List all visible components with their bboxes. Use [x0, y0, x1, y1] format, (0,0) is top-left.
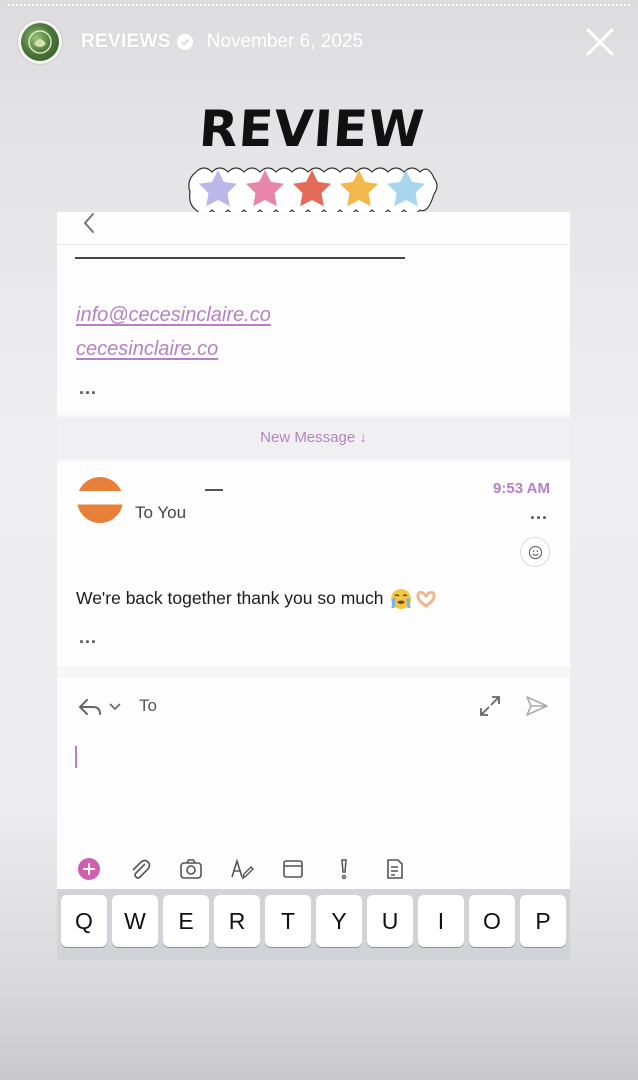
notes-button[interactable]	[383, 854, 434, 884]
smiley-icon	[528, 545, 542, 559]
back-chevron-icon[interactable]	[81, 212, 99, 234]
sticker-title: REVIEW	[197, 100, 427, 158]
key-o[interactable]: O	[469, 895, 515, 947]
reply-composer: To Q W E R T Y U I O P	[57, 678, 570, 960]
message-card: To You 9:53 AM ... We're back together t…	[57, 461, 570, 666]
new-message-indicator[interactable]: New Message ↓	[57, 417, 570, 459]
quoted-text-toggle[interactable]: ...	[79, 627, 97, 648]
crying-face-icon	[390, 589, 411, 610]
message-body: We're back together thank you so much	[76, 588, 438, 610]
react-button[interactable]	[520, 537, 550, 567]
story-date: November 6, 2025	[206, 31, 364, 52]
camera-button[interactable]	[179, 854, 230, 884]
expand-icon[interactable]	[478, 694, 502, 718]
send-icon[interactable]	[524, 694, 550, 718]
attach-button[interactable]	[128, 854, 179, 884]
text-format-icon	[231, 858, 254, 880]
window-icon	[283, 860, 303, 878]
key-w[interactable]: W	[112, 895, 158, 947]
compose-toolbar	[77, 854, 434, 884]
website-link[interactable]: cecesinclaire.co	[76, 338, 218, 361]
review-sticker: REVIEW	[186, 100, 438, 222]
camera-icon	[180, 859, 202, 879]
message-options-button[interactable]: ...	[530, 503, 548, 524]
account-logo	[21, 23, 59, 61]
key-r[interactable]: R	[214, 895, 260, 947]
key-u[interactable]: U	[367, 895, 413, 947]
recipient-label: To You	[135, 503, 187, 522]
chevron-down-icon[interactable]	[109, 702, 121, 712]
message-text: We're back together thank you so much	[76, 588, 384, 608]
plus-circle-icon	[78, 858, 100, 880]
reply-icon[interactable]	[77, 696, 103, 718]
key-t[interactable]: T	[265, 895, 311, 947]
key-i[interactable]: I	[418, 895, 464, 947]
importance-button[interactable]	[332, 854, 383, 884]
verified-badge-icon	[176, 34, 193, 50]
heart-hands-icon	[415, 591, 436, 609]
story-progress-bar	[8, 4, 630, 7]
redacted-sender-name	[205, 489, 223, 491]
key-q[interactable]: Q	[61, 895, 107, 947]
key-p[interactable]: P	[520, 895, 566, 947]
divider	[57, 244, 570, 245]
format-button[interactable]	[230, 854, 281, 884]
template-button[interactable]	[281, 854, 332, 884]
key-y[interactable]: Y	[316, 895, 362, 947]
close-icon[interactable]	[580, 22, 620, 62]
email-screenshot: info@cecesinclaire.co cecesinclaire.co .…	[57, 212, 570, 960]
account-name[interactable]: REVIEWS	[81, 31, 171, 53]
signature-line	[75, 257, 405, 259]
keyboard: Q W E R T Y U I O P	[57, 889, 570, 960]
sender-avatar[interactable]	[77, 477, 123, 523]
to-field-label[interactable]: To	[139, 696, 157, 716]
more-button[interactable]: ...	[79, 378, 97, 399]
add-button[interactable]	[77, 854, 128, 884]
key-e[interactable]: E	[163, 895, 209, 947]
previous-message: info@cecesinclaire.co cecesinclaire.co .…	[57, 212, 570, 415]
paperclip-icon	[132, 859, 151, 879]
text-cursor[interactable]	[75, 746, 77, 768]
message-time: 9:53 AM	[493, 480, 550, 497]
document-icon	[387, 859, 403, 879]
avatar[interactable]	[18, 20, 62, 64]
story-header: REVIEWS November 6, 2025	[18, 18, 620, 66]
exclamation-icon	[341, 859, 347, 880]
email-link[interactable]: info@cecesinclaire.co	[76, 304, 271, 327]
